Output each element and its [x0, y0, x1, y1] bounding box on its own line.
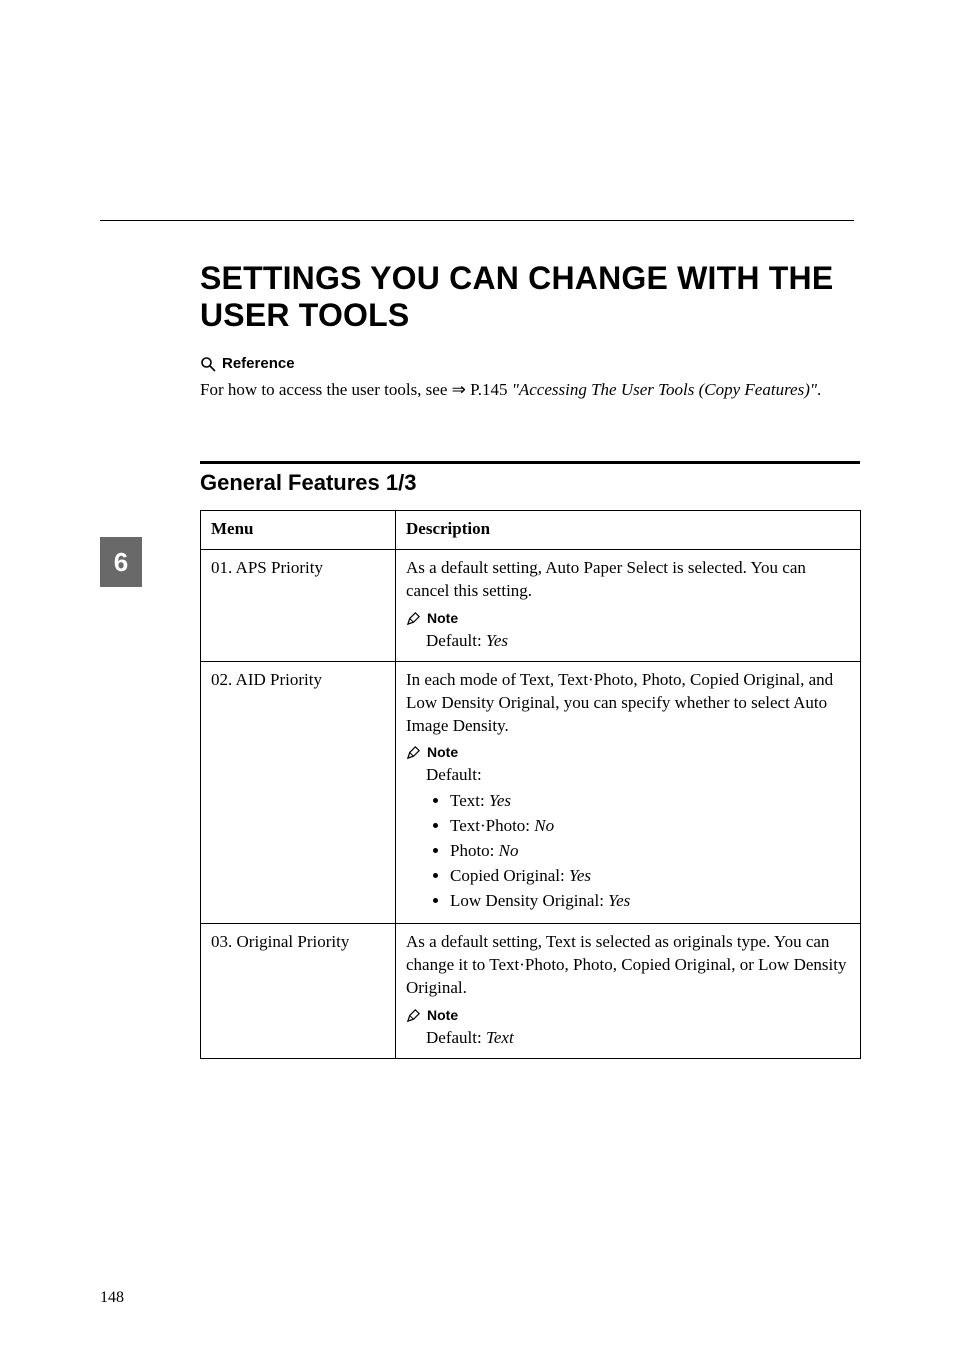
note-label: Note — [406, 743, 850, 762]
settings-table: Menu Description 01. APS PriorityAs a de… — [200, 510, 860, 1059]
note-label-text: Note — [427, 743, 458, 762]
pencil-icon — [406, 745, 421, 760]
reference-text-pre: For how to access the user tools, see — [200, 380, 452, 399]
note-bullet: Low Density Original: Yes — [450, 890, 850, 913]
description-text: As a default setting, Text is selected a… — [406, 931, 850, 1000]
note-bullet: Photo: No — [450, 840, 850, 863]
page-number: 148 — [100, 1289, 124, 1307]
reference-label-text: Reference — [222, 355, 295, 372]
page-top-rule — [100, 220, 854, 221]
note-line: Default: Yes — [426, 630, 850, 653]
note-bullet: Text: Yes — [450, 790, 850, 813]
note-label: Note — [406, 609, 850, 628]
table-row: 02. AID PriorityIn each mode of Text, Te… — [201, 661, 861, 923]
arrow-icon: ⇒ — [452, 380, 466, 399]
reference-text-post: . — [817, 380, 821, 399]
side-tab: 6 — [100, 537, 142, 587]
note-body: Default: Text: YesText·Photo: NoPhoto: No… — [406, 764, 850, 913]
table-row: 01. APS PriorityAs a default setting, Au… — [201, 549, 861, 661]
description-cell: In each mode of Text, Text·Photo, Photo,… — [396, 661, 861, 923]
note-label-text: Note — [427, 1006, 458, 1025]
reference-text: For how to access the user tools, see ⇒ … — [200, 378, 860, 403]
note-line: Default: — [426, 764, 850, 787]
menu-cell: 01. APS Priority — [201, 549, 396, 661]
description-text: In each mode of Text, Text·Photo, Photo,… — [406, 669, 850, 738]
page-heading: SETTINGS YOU CAN CHANGE WITH THE USER TO… — [200, 260, 860, 334]
table-row: 03. Original PriorityAs a default settin… — [201, 923, 861, 1058]
description-cell: As a default setting, Auto Paper Select … — [396, 549, 861, 661]
search-icon — [200, 356, 216, 372]
reference-label: Reference — [200, 355, 860, 372]
section-title: General Features 1/3 — [200, 470, 416, 496]
note-bullet-list: Text: YesText·Photo: NoPhoto: NoCopied O… — [426, 790, 850, 913]
description-cell: As a default setting, Text is selected a… — [396, 923, 861, 1058]
side-tab-number: 6 — [114, 547, 128, 578]
menu-cell: 03. Original Priority — [201, 923, 396, 1058]
section-divider — [200, 461, 860, 464]
note-body: Default: Yes — [406, 630, 850, 653]
menu-cell: 02. AID Priority — [201, 661, 396, 923]
note-label-text: Note — [427, 609, 458, 628]
note-bullet: Copied Original: Yes — [450, 865, 850, 888]
reference-text-mid: P.145 — [466, 380, 512, 399]
pencil-icon — [406, 1008, 421, 1023]
note-label: Note — [406, 1006, 850, 1025]
note-line: Default: Text — [426, 1027, 850, 1050]
description-text: As a default setting, Auto Paper Select … — [406, 557, 850, 603]
note-body: Default: Text — [406, 1027, 850, 1050]
note-bullet: Text·Photo: No — [450, 815, 850, 838]
reference-text-italic: "Accessing The User Tools (Copy Features… — [512, 380, 817, 399]
table-header-menu: Menu — [201, 511, 396, 550]
pencil-icon — [406, 611, 421, 626]
table-header-description: Description — [396, 511, 861, 550]
